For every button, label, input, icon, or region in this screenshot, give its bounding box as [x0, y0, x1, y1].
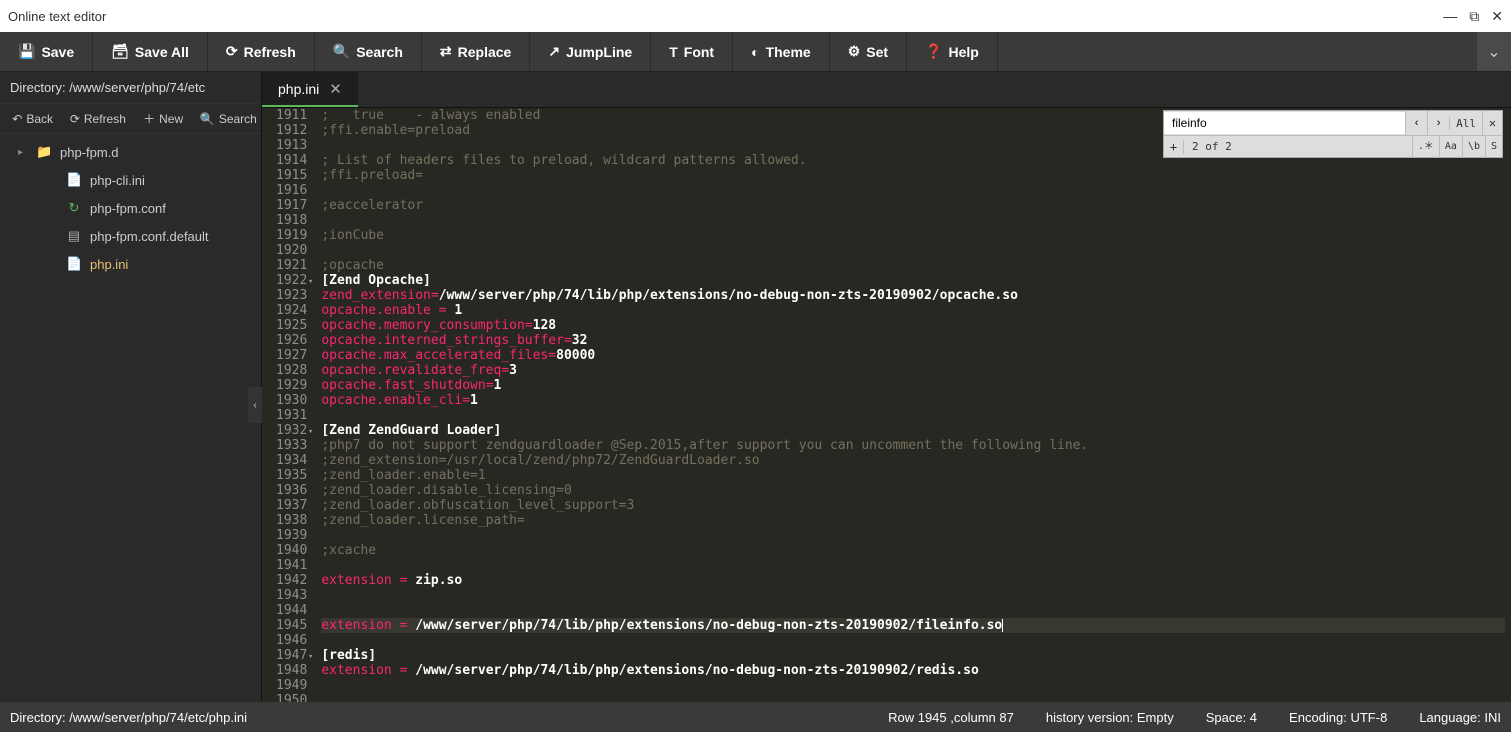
- window-titlebar: Online text editor — ⧉ ✕: [0, 0, 1511, 32]
- directory-path: Directory: /www/server/php/74/etc: [0, 72, 261, 104]
- file-tree: ▸📁php-fpm.d📄php-cli.ini↻php-fpm.conf▤php…: [0, 134, 261, 702]
- file-icon: ↻: [66, 200, 82, 216]
- tab-label: php.ini: [278, 81, 319, 97]
- replace-button[interactable]: ⇄Replace: [422, 32, 530, 71]
- find-panel: ‹ › All ✕ + 2 of 2 .＊Aa\bS: [1163, 110, 1503, 158]
- gear-icon: ⚙: [848, 43, 861, 60]
- new-button[interactable]: ＋New: [131, 104, 196, 133]
- main-toolbar: 💾Save 🗃Save All ⟳Refresh 🔍Search ⇄Replac…: [0, 32, 1511, 72]
- file-icon: 📁: [36, 144, 52, 160]
- tree-item-php-fpm.conf[interactable]: ↻ php-fpm.conf: [0, 194, 261, 222]
- search-icon: 🔍: [333, 43, 350, 60]
- file-icon: 📄: [66, 172, 82, 188]
- status-history[interactable]: history version: Empty: [1046, 710, 1174, 725]
- find-next-button[interactable]: ›: [1427, 111, 1449, 135]
- help-icon: ❓: [925, 43, 942, 60]
- maximize-icon[interactable]: ⧉: [1469, 8, 1479, 25]
- font-button[interactable]: TFont: [651, 32, 733, 71]
- tree-item-label: php-cli.ini: [90, 173, 145, 188]
- tree-item-php.ini[interactable]: 📄 php.ini: [0, 250, 261, 278]
- toolbar-dropdown[interactable]: ⌄: [1477, 32, 1511, 71]
- refresh-icon: ⟳: [70, 112, 80, 126]
- status-encoding[interactable]: Encoding: UTF-8: [1289, 710, 1387, 725]
- tree-item-label: php-fpm.d: [60, 145, 119, 160]
- find-option[interactable]: \b: [1462, 136, 1485, 158]
- find-prev-button[interactable]: ‹: [1405, 111, 1427, 135]
- tree-item-label: php.ini: [90, 257, 128, 272]
- theme-button[interactable]: ◐Theme: [733, 32, 830, 71]
- status-language[interactable]: Language: INI: [1419, 710, 1501, 725]
- close-icon[interactable]: ✕: [1491, 8, 1503, 25]
- back-icon: ↶: [12, 112, 22, 126]
- tree-item-label: php-fpm.conf: [90, 201, 166, 216]
- find-close-icon[interactable]: ✕: [1482, 111, 1502, 135]
- minimize-icon[interactable]: —: [1443, 8, 1457, 25]
- refresh-button[interactable]: ⟳Refresh: [208, 32, 315, 71]
- back-button[interactable]: ↶Back: [0, 104, 65, 133]
- editor-pane: ‹ php.ini ✕ 1911191219131914191519161917…: [262, 72, 1511, 702]
- replace-icon: ⇄: [440, 43, 452, 60]
- editor-tabs: php.ini ✕: [262, 72, 1511, 108]
- sidebar-collapse-handle[interactable]: ‹: [248, 387, 262, 423]
- help-button[interactable]: ❓Help: [907, 32, 998, 71]
- set-button[interactable]: ⚙Set: [830, 32, 907, 71]
- find-count: 2 of 2: [1184, 140, 1412, 153]
- search-button[interactable]: 🔍Search: [315, 32, 422, 71]
- tree-item-php-cli.ini[interactable]: 📄 php-cli.ini: [0, 166, 261, 194]
- file-icon: 📄: [66, 256, 82, 272]
- jumpline-button[interactable]: ↗JumpLine: [530, 32, 651, 71]
- find-option[interactable]: S: [1485, 136, 1502, 158]
- line-gutter: 1911191219131914191519161917191819191920…: [262, 108, 315, 702]
- font-icon: T: [669, 44, 678, 60]
- code-editor[interactable]: 1911191219131914191519161917191819191920…: [262, 108, 1511, 702]
- theme-icon: ◐: [751, 44, 759, 60]
- sidebar: Directory: /www/server/php/74/etc ↶Back …: [0, 72, 262, 702]
- status-rowcol: Row 1945 ,column 87: [888, 710, 1014, 725]
- sidebar-refresh-button[interactable]: ⟳Refresh: [65, 104, 130, 133]
- save-button[interactable]: 💾Save: [0, 32, 93, 71]
- tree-item-label: php-fpm.conf.default: [90, 229, 209, 244]
- find-option[interactable]: .＊: [1412, 136, 1439, 158]
- saveall-button[interactable]: 🗃Save All: [93, 32, 208, 71]
- status-space[interactable]: Space: 4: [1206, 710, 1257, 725]
- tree-item-php-fpm.d[interactable]: ▸📁php-fpm.d: [0, 138, 261, 166]
- jump-icon: ↗: [548, 43, 560, 60]
- find-expand-button[interactable]: +: [1164, 140, 1184, 154]
- find-all-button[interactable]: All: [1449, 117, 1482, 130]
- chevron-down-icon: ⌄: [1487, 42, 1500, 62]
- saveall-icon: 🗃: [111, 43, 129, 60]
- find-option[interactable]: Aa: [1439, 136, 1462, 158]
- refresh-icon: ⟳: [226, 43, 238, 60]
- code-content[interactable]: ; true - always enabled;ffi.enable=prelo…: [315, 108, 1511, 702]
- plus-icon: ＋: [143, 110, 155, 127]
- save-icon: 💾: [18, 43, 35, 60]
- window-title: Online text editor: [8, 9, 106, 24]
- sidebar-search-button[interactable]: 🔍Search: [196, 104, 261, 133]
- tab-php-ini[interactable]: php.ini ✕: [262, 72, 358, 107]
- file-icon: ▤: [66, 228, 82, 244]
- tree-item-php-fpm.conf.default[interactable]: ▤ php-fpm.conf.default: [0, 222, 261, 250]
- statusbar: Directory: /www/server/php/74/etc/php.in…: [0, 702, 1511, 732]
- status-path: Directory: /www/server/php/74/etc/php.in…: [10, 710, 888, 725]
- find-input[interactable]: [1164, 112, 1405, 134]
- tab-close-icon[interactable]: ✕: [329, 80, 342, 98]
- search-icon: 🔍: [200, 112, 215, 126]
